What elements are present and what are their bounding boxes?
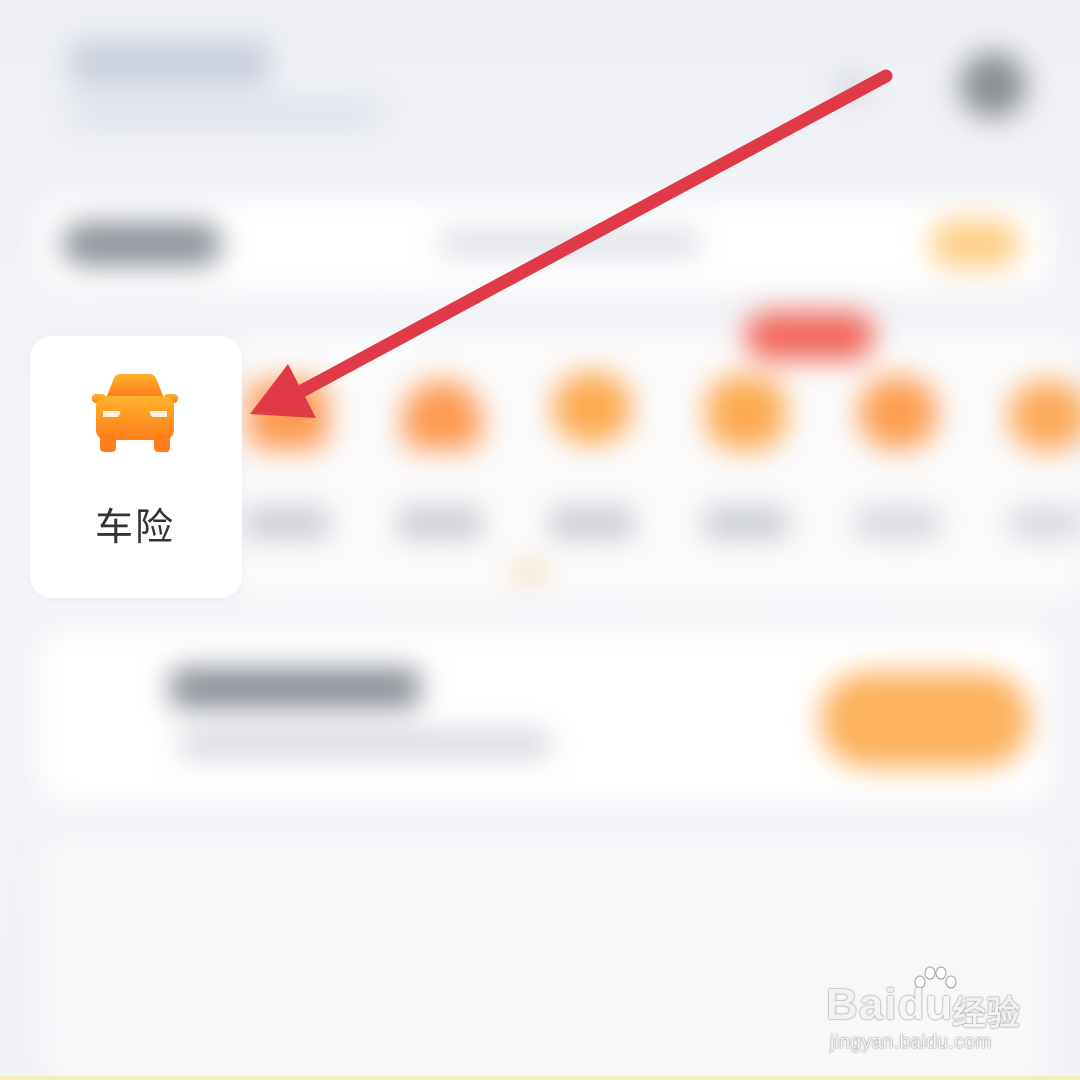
blurred-grid-icon-2 [402, 380, 482, 450]
app-screen: 车险 Baidu 经验 jingyan.baidu.com [0, 0, 1080, 1080]
blurred-promo-subtitle [180, 730, 550, 758]
blurred-page-indicator [512, 566, 548, 578]
blurred-header-dot [840, 74, 866, 100]
blurred-header-title [70, 40, 270, 86]
car-icon [92, 374, 178, 452]
blurred-grid-icon-6 [1008, 380, 1080, 452]
watermark-brand: Baidu [826, 980, 954, 1029]
blurred-grid-label-2 [398, 508, 482, 538]
blurred-grid-icon-4 [706, 376, 786, 450]
blurred-header-avatar [960, 52, 1026, 118]
blurred-grid-label-5 [856, 508, 940, 538]
blurred-grid-label-1 [245, 508, 329, 538]
blurred-grid-icon-3 [552, 372, 632, 444]
blurred-filter-text [440, 228, 700, 258]
blurred-promo-button [820, 672, 1030, 768]
watermark-url: jingyan.baidu.com [830, 1032, 992, 1053]
bottom-edge [0, 1076, 1080, 1080]
blurred-header-subtitle [70, 100, 380, 126]
baidu-jingyan-watermark: Baidu 经验 jingyan.baidu.com [826, 966, 1046, 1066]
watermark-product: 经验 [952, 994, 1020, 1034]
blurred-hot-badge [745, 312, 875, 360]
car-insurance-label: 车险 [94, 505, 175, 549]
blurred-grid-label-4 [704, 508, 788, 538]
blurred-grid-icon-5 [858, 376, 938, 450]
blurred-filter-tab [62, 222, 222, 266]
blurred-grid-icon-1 [248, 380, 328, 450]
blurred-grid-row [240, 336, 1080, 598]
blurred-filter-button [930, 220, 1020, 268]
blurred-grid-label-3 [550, 508, 634, 538]
blurred-promo-title [170, 668, 420, 708]
blurred-grid-label-6 [1010, 508, 1080, 538]
